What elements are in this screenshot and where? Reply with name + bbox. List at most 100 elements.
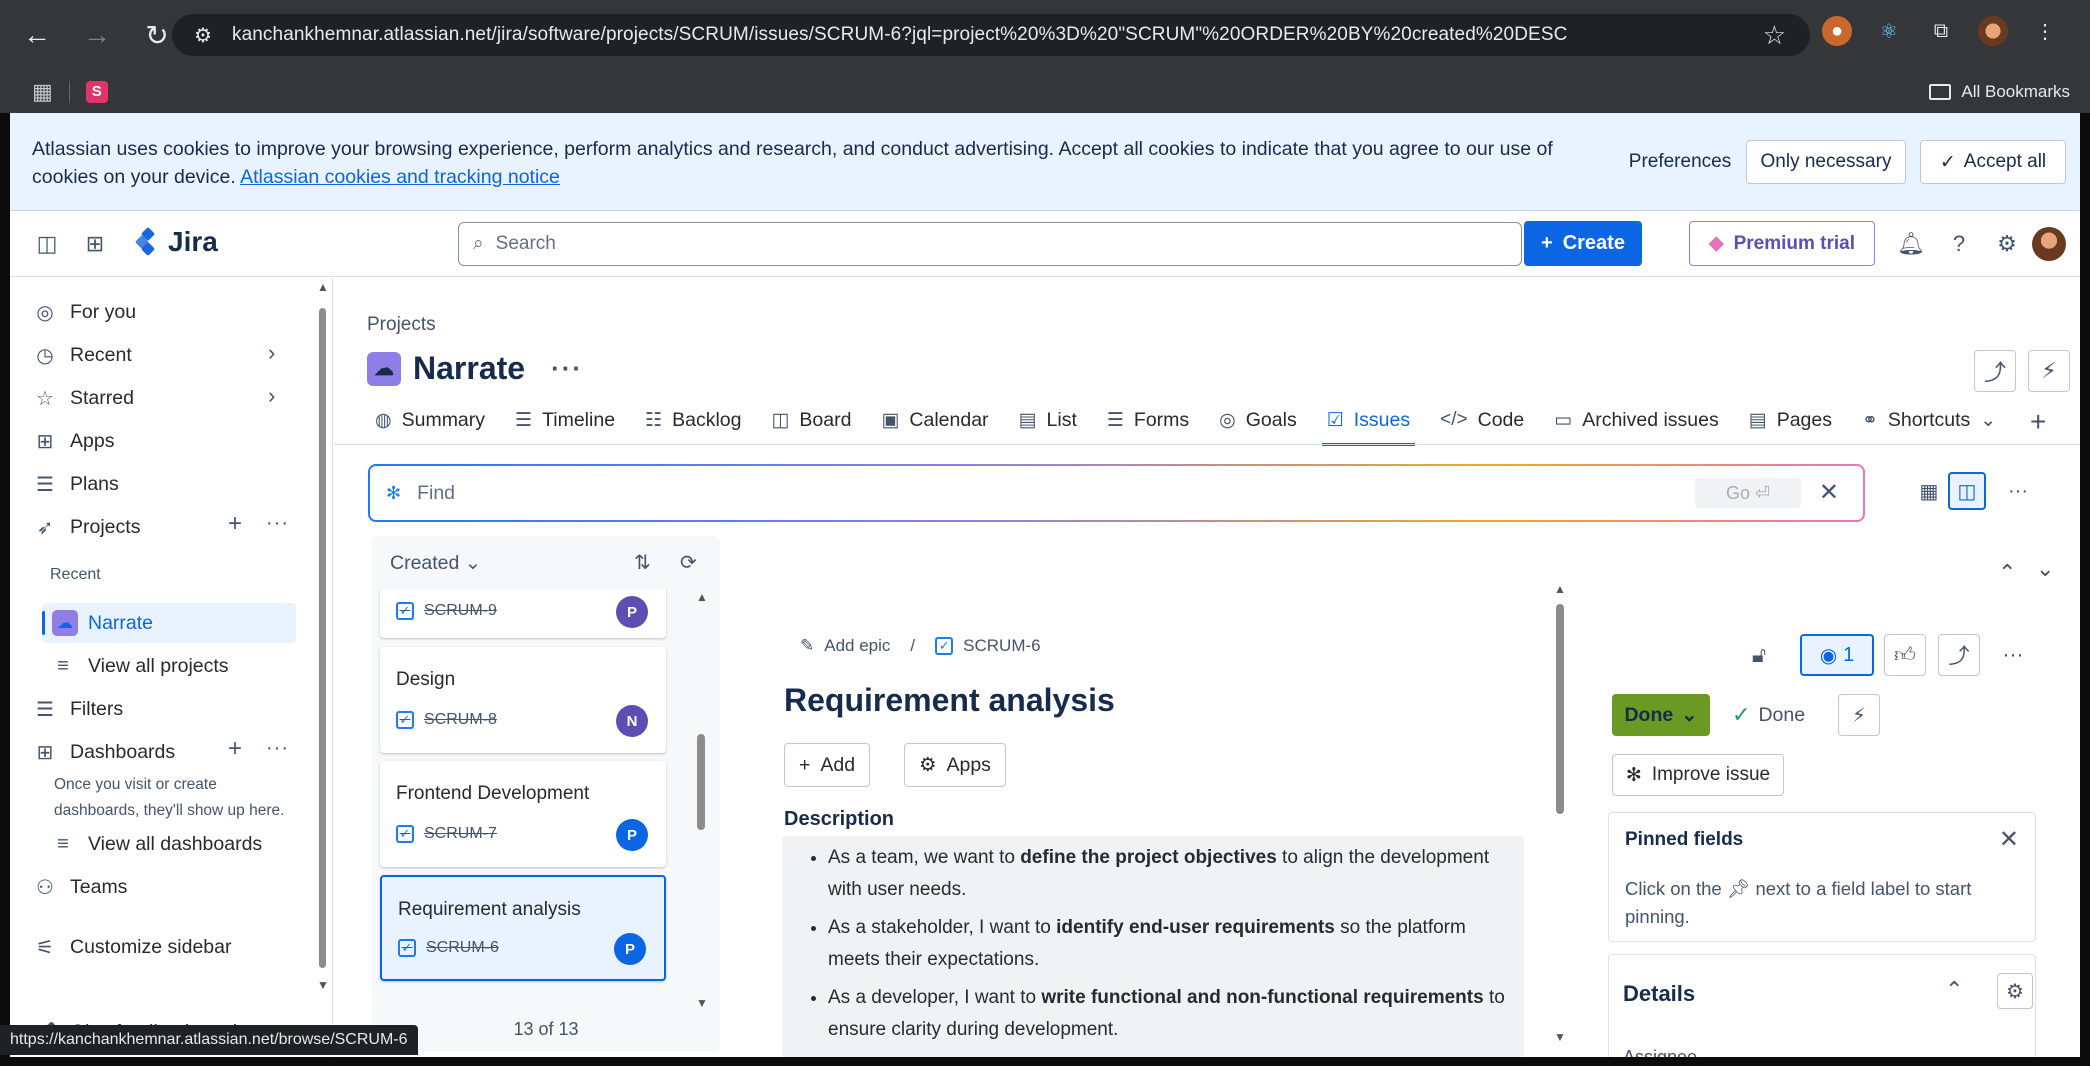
details-settings-gear-icon[interactable]: ⚙: [1997, 973, 2033, 1009]
sidebar-item-view-all-dashboards[interactable]: ≡ View all dashboards: [52, 826, 262, 862]
add-epic-link[interactable]: Add epic: [824, 636, 890, 656]
automation-bolt-icon[interactable]: ⚡︎: [2028, 350, 2070, 392]
back-icon[interactable]: ←: [14, 12, 60, 58]
more-icon[interactable]: ···: [266, 512, 289, 535]
lock-icon[interactable]: 🔓︎: [1738, 634, 1780, 676]
tab-code[interactable]: </> Code: [1425, 398, 1539, 442]
sidebar-scrollbar[interactable]: ▲ ▼: [317, 280, 329, 992]
tab-archived-issues[interactable]: ▭ Archived issues: [1539, 398, 1734, 442]
sidebar-item-for-you[interactable]: ◎ For you: [34, 294, 136, 330]
tab-issues[interactable]: ☑ Issues: [1312, 398, 1425, 446]
sidebar-item-filters[interactable]: ☰ Filters: [34, 691, 123, 727]
sidebar-item-starred[interactable]: ☆ Starred: [34, 380, 134, 416]
react-extension-icon[interactable]: ⚛: [1874, 16, 1904, 46]
add-button[interactable]: + Add: [784, 743, 871, 787]
watch-button[interactable]: ◉ 1: [1800, 634, 1874, 676]
site-info-icon[interactable]: ⚙: [192, 24, 214, 47]
share-icon[interactable]: ⤴: [1974, 350, 2016, 392]
scroll-up-arrow[interactable]: ▲: [696, 590, 708, 604]
tab-goals[interactable]: ◎ Goals: [1204, 398, 1312, 442]
list-scroll-thumb[interactable]: [697, 734, 705, 830]
preferences-button[interactable]: Preferences: [1610, 140, 1750, 184]
tab-summary[interactable]: ◍ Summary: [360, 398, 500, 442]
issue-key-link[interactable]: SCRUM-6: [963, 636, 1040, 656]
issue-title-heading[interactable]: Requirement analysis: [784, 682, 1115, 719]
tab-pages[interactable]: ▤ Pages: [1734, 398, 1847, 442]
address-bar[interactable]: ⚙ kanchankhemnar.atlassian.net/jira/soft…: [172, 14, 1810, 56]
list-view-icon[interactable]: ▦: [1910, 472, 1948, 510]
app-switcher-icon[interactable]: ⊞: [82, 231, 108, 257]
automation-bolt-icon[interactable]: ⚡︎: [1838, 694, 1880, 736]
notifications-bell-icon[interactable]: 🔔︎: [1897, 231, 1925, 257]
cookie-notice-link[interactable]: Atlassian cookies and tracking notice: [240, 166, 560, 188]
breadcrumb-projects[interactable]: Projects: [367, 314, 436, 336]
apps-button[interactable]: ⚙ Apps: [904, 743, 1006, 787]
settings-gear-icon[interactable]: ⚙: [1994, 231, 2020, 257]
sidebar-item-plans[interactable]: ☰ Plans: [34, 466, 119, 502]
description-field[interactable]: As a team, we want to define the project…: [782, 836, 1524, 1057]
extensions-icon[interactable]: ⧉: [1926, 16, 1956, 46]
cookie-extension-icon[interactable]: ●: [1822, 16, 1852, 46]
more-options-icon[interactable]: ···: [1999, 472, 2037, 510]
sort-order-icon[interactable]: ⇅: [634, 550, 651, 575]
more-actions-icon[interactable]: ···: [1992, 634, 2034, 676]
sidebar-item-narrate[interactable]: ☁ Narrate: [42, 603, 296, 643]
sidebar-item-dashboards[interactable]: ⊞ Dashboards: [34, 734, 176, 770]
share-icon[interactable]: ⤴: [1938, 634, 1980, 676]
bookmark-s-icon[interactable]: S: [85, 80, 108, 103]
chevron-right-icon[interactable]: ›: [268, 383, 275, 409]
sidebar-item-view-all-projects[interactable]: ≡ View all projects: [52, 648, 228, 684]
all-bookmarks[interactable]: All Bookmarks: [1929, 82, 2070, 102]
list-item[interactable]: ✓ SCRUM-9 P: [380, 590, 666, 638]
sidebar-item-apps[interactable]: ⊞ Apps: [34, 423, 115, 459]
tab-board[interactable]: ◫ Board: [756, 398, 866, 442]
close-icon[interactable]: ✕: [1819, 478, 1839, 507]
sidebar-item-teams[interactable]: ⚇ Teams: [34, 869, 127, 905]
refresh-icon[interactable]: ⟳: [680, 550, 697, 575]
list-item[interactable]: Frontend Development ✓ SCRUM-7 P: [380, 761, 666, 867]
sidebar-item-projects[interactable]: ➶ Projects: [34, 509, 141, 545]
accept-all-button[interactable]: ✓ Accept all: [1920, 140, 2066, 184]
scroll-down-arrow[interactable]: ▼: [696, 996, 708, 1010]
status-dropdown[interactable]: Done ⌄: [1612, 694, 1710, 736]
add-tab-icon[interactable]: +: [2030, 406, 2046, 438]
improve-issue-button[interactable]: ✻ Improve issue: [1612, 754, 1784, 796]
forward-icon[interactable]: →: [74, 12, 120, 58]
profile-avatar[interactable]: [1978, 16, 2008, 46]
apps-grid-icon[interactable]: ▦: [32, 79, 53, 105]
tab-backlog[interactable]: ☷ Backlog: [630, 398, 756, 442]
detail-scroll-thumb[interactable]: [1556, 604, 1564, 814]
find-input[interactable]: ✻ Find Go ⏎ ✕: [370, 466, 1863, 520]
sidebar-scroll-thumb[interactable]: [319, 308, 326, 968]
detail-scrollbar[interactable]: ▲ ▼: [1554, 582, 1566, 1044]
close-icon[interactable]: ✕: [1999, 825, 2019, 854]
jira-logo[interactable]: Jira: [134, 226, 218, 258]
bookmark-star-icon[interactable]: ☆: [1763, 20, 1786, 51]
tab-list[interactable]: ▤ List: [1004, 398, 1092, 442]
tab-forms[interactable]: ☰ Forms: [1092, 398, 1204, 442]
user-avatar[interactable]: [2032, 227, 2066, 261]
browser-menu-icon[interactable]: ⋮: [2030, 16, 2060, 46]
tab-shortcuts[interactable]: ⚭ Shortcuts ⌄: [1847, 398, 2011, 442]
more-icon[interactable]: ···: [266, 737, 289, 760]
list-item-selected[interactable]: Requirement analysis ✓ SCRUM-6 P: [380, 875, 666, 981]
add-dashboard-icon[interactable]: +: [228, 735, 242, 763]
premium-trial-button[interactable]: ◆ Premium trial: [1689, 221, 1875, 266]
sidebar-item-recent[interactable]: ◷ Recent: [34, 337, 132, 373]
chevron-up-icon[interactable]: ⌃: [1945, 977, 1963, 1003]
sidebar-item-customize[interactable]: ⚟ Customize sidebar: [34, 929, 231, 965]
help-icon[interactable]: ?: [1946, 231, 1972, 257]
tab-calendar[interactable]: ▣ Calendar: [866, 398, 1003, 442]
list-item[interactable]: Design ✓ SCRUM-8 N: [380, 647, 666, 753]
chevron-up-icon[interactable]: ⌃: [1998, 560, 2016, 586]
like-thumbs-up-icon[interactable]: 👍︎: [1884, 634, 1926, 676]
tab-timeline[interactable]: ☰ Timeline: [500, 398, 630, 442]
add-project-icon[interactable]: +: [228, 510, 242, 538]
only-necessary-button[interactable]: Only necessary: [1746, 140, 1906, 184]
create-button[interactable]: + Create: [1524, 221, 1642, 266]
detail-view-icon[interactable]: ◫: [1948, 472, 1986, 510]
global-search-input[interactable]: ⌕ Search: [458, 222, 1522, 266]
more-actions-icon[interactable]: ···: [551, 353, 583, 384]
go-button[interactable]: Go ⏎: [1695, 478, 1801, 508]
chevron-down-icon[interactable]: ⌄: [2036, 556, 2054, 582]
